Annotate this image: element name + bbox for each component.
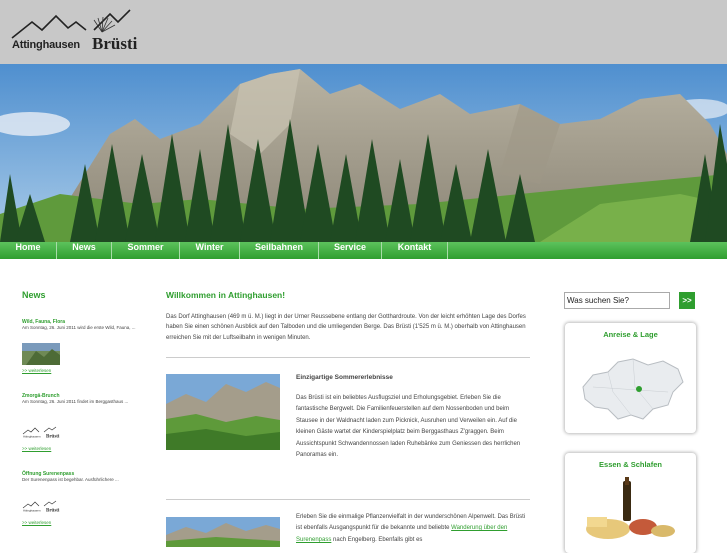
nav-kontakt[interactable]: Kontakt: [382, 242, 448, 259]
nav-sommer[interactable]: Sommer: [112, 242, 180, 259]
hero-image: [0, 64, 727, 242]
section-text-part: nach Engelberg. Ebenfalls gibt es: [333, 536, 423, 543]
news-thumbnail[interactable]: [22, 343, 60, 365]
nav-home[interactable]: Home: [0, 242, 57, 259]
logo-mountain-text: Brüsti: [92, 34, 138, 53]
header: Attinghausen Brüsti: [0, 0, 727, 64]
divider: [166, 357, 530, 358]
svg-text:Brüsti: Brüsti: [46, 509, 60, 513]
main-navigation: Home News Sommer Winter Seilbahnen Servi…: [0, 242, 727, 259]
news-heading: News: [22, 290, 46, 300]
nav-news[interactable]: News: [57, 242, 112, 259]
brusti-logo-thumbnail: Attinghausen Brüsti: [22, 500, 60, 513]
nav-winter[interactable]: Winter: [180, 242, 240, 259]
svg-text:Attinghausen: Attinghausen: [23, 435, 41, 439]
news-item-text: Der Surenenpass ist begehbar. Ausführlic…: [22, 477, 119, 482]
news-read-more-link[interactable]: >> weiterlesen: [22, 368, 51, 373]
essen-box[interactable]: Essen & Schlafen: [565, 453, 696, 553]
news-item-text: Am Sonntag, 26. Juni 2011 wird die erste…: [22, 325, 136, 330]
anreise-title[interactable]: Anreise & Lage: [565, 330, 696, 339]
section-text: Erleben Sie die einmalige Pflanzenvielfa…: [296, 512, 531, 546]
search-input[interactable]: Was suchen Sie?: [564, 292, 670, 309]
svg-text:Attinghausen: Attinghausen: [23, 509, 41, 513]
anreise-box[interactable]: Anreise & Lage: [565, 323, 696, 433]
location-marker-icon: [636, 386, 642, 392]
logo-place-text: Attinghausen: [12, 39, 80, 51]
nav-seilbahnen[interactable]: Seilbahnen: [240, 242, 319, 259]
news-item-text: Am Sonntag, 26. Juni 2011 findet im Berg…: [22, 399, 129, 404]
page-title: Willkommen in Attinghausen!: [166, 290, 286, 300]
food-image: [586, 477, 675, 539]
essen-title[interactable]: Essen & Schlafen: [565, 460, 696, 469]
section-text: Das Brüsti ist ein beliebtes Ausflugszie…: [296, 395, 521, 459]
summer-image: [166, 374, 280, 450]
section-title: Einzigartige Sommererlebnisse: [296, 374, 393, 381]
search-button[interactable]: >>: [679, 292, 695, 309]
nav-service[interactable]: Service: [319, 242, 382, 259]
news-sidebar: News Wild, Fauna, Flora Am Sonntag, 26. …: [22, 290, 147, 525]
news-read-more-link[interactable]: >> weiterlesen: [22, 520, 51, 525]
flower-image: [166, 517, 280, 547]
brusti-logo-thumbnail: Attinghausen Brüsti: [22, 426, 60, 439]
divider: [166, 499, 530, 500]
news-read-more-link[interactable]: >> weiterlesen: [22, 446, 51, 451]
switzerland-map-icon: [582, 358, 684, 420]
logo[interactable]: Attinghausen Brüsti: [10, 8, 140, 60]
intro-text: Das Dorf Attinghausen (469 m ü. M.) lieg…: [166, 314, 526, 341]
svg-text:Brüsti: Brüsti: [46, 435, 60, 439]
